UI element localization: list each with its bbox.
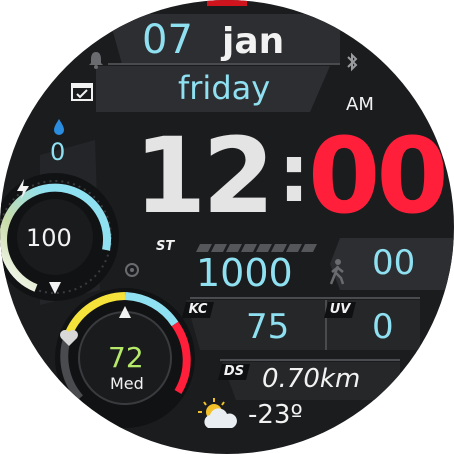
heart-value: 72 [108, 341, 144, 374]
bolt-icon [14, 178, 32, 200]
watch-face: 07 jan friday AM 12 : 00 0 100 ST 1000 0… [0, 0, 454, 454]
uv-value: 0 [372, 307, 394, 347]
heart-zone: Med [110, 374, 144, 393]
walker-icon [326, 258, 348, 286]
steps-label: ST [156, 239, 175, 254]
kcal-label: KC [188, 302, 208, 317]
time-separator: : [278, 127, 310, 220]
steps-value: 1000 [196, 251, 293, 295]
time-hours: 12 [134, 115, 275, 237]
temperature-value: -23º [248, 400, 303, 430]
date-day: 07 [142, 17, 193, 63]
date-weekday: friday [178, 69, 271, 107]
ampm-indicator: AM [346, 94, 374, 115]
date-month: jan [222, 21, 285, 62]
time-minutes: 00 [308, 115, 449, 237]
top-indicator [207, 0, 247, 6]
distance-value: 0.70km [262, 364, 361, 394]
kcal-value: 75 [246, 307, 290, 347]
battery-value: 100 [26, 224, 72, 252]
heart-icon [58, 328, 80, 348]
calendar-icon [70, 80, 94, 102]
drop-value: 0 [50, 138, 66, 166]
weather-sun-cloud-icon [198, 398, 240, 432]
drop-icon [52, 118, 66, 136]
distance-label: DS [223, 364, 245, 379]
bluetooth-icon [345, 52, 359, 72]
floors-value: 00 [372, 243, 416, 283]
bell-icon [86, 50, 106, 70]
uv-label: UV [329, 302, 351, 317]
